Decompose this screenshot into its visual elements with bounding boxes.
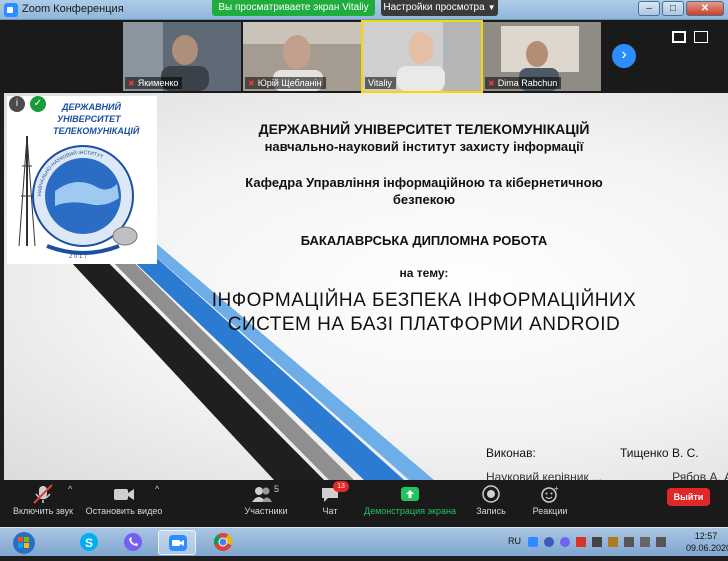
view-settings-button[interactable]: Настройки просмотра ▼: [381, 0, 498, 16]
maximize-button[interactable]: □: [662, 1, 684, 16]
taskbar-skype-icon[interactable]: S: [70, 530, 108, 555]
participants-count: 5: [274, 484, 280, 494]
tray-network-icon[interactable]: [592, 537, 602, 547]
chevron-down-icon: ▼: [487, 3, 496, 12]
participant-name-text: Dima Rabchun: [497, 78, 558, 88]
mic-muted-icon: [32, 484, 54, 504]
mic-muted-icon: ✖: [488, 79, 495, 88]
reactions-button[interactable]: + Реакции: [528, 484, 572, 516]
logo-line-3: ТЕЛЕКОМУНІКАЦІЙ: [53, 125, 140, 136]
shield-icon[interactable]: ✓: [30, 96, 46, 112]
slide-institute: навчально-науковий інститут захисту інфо…: [264, 139, 584, 154]
share-banner: Вы просматриваете экран Vitaliy: [212, 0, 375, 16]
participant-name-text: Юрій Щебланін: [257, 78, 322, 88]
taskbar-chrome-icon[interactable]: [204, 530, 242, 555]
slide-department-line-1: Кафедра Управління інформаційною та кібе…: [245, 175, 603, 190]
participant-tile[interactable]: ✖ Якименко: [123, 22, 241, 91]
svg-text:S: S: [85, 536, 93, 550]
slide-department-line-2: безпекою: [392, 192, 456, 207]
tray-volume-icon[interactable]: [656, 537, 666, 547]
participant-name: ✖ Dima Rabchun: [485, 77, 562, 89]
slide-author-label: Виконав:: [486, 446, 536, 460]
stop-video-label: Остановить видео: [85, 506, 163, 516]
info-icon[interactable]: i: [9, 96, 25, 112]
video-strip: ✖ Якименко ✖ Юрій Щебланін Vitaliy ✖ Dima R…: [0, 20, 728, 93]
participant-tile[interactable]: ✖ Dima Rabchun: [483, 22, 601, 91]
chat-button[interactable]: 13 Чат: [312, 481, 349, 516]
clock-time: 12:57: [694, 531, 718, 541]
minimize-button[interactable]: –: [638, 1, 660, 16]
slide-author-name: Тищенко В. С.: [620, 446, 699, 460]
university-logo: ДЕРЖАВНИЙ УНІВЕРСИТЕТ ТЕЛЕКОМУНІКАЦІЙ 2 …: [7, 96, 157, 264]
participant-tile-active-speaker[interactable]: Vitaliy: [361, 20, 483, 93]
leave-meeting-button[interactable]: Выйти: [667, 488, 710, 506]
title-bar: Zoom Конференция Вы просматриваете экран…: [0, 0, 728, 20]
clock-date: 09.06.2020: [686, 543, 728, 553]
next-participants-button[interactable]: ›: [612, 44, 636, 68]
mic-muted-icon: ✖: [128, 79, 135, 88]
close-window-button[interactable]: ✕: [686, 1, 724, 16]
slide-topic-line-2: СИСТЕМ НА БАЗІ ПЛАТФОРМИ ANDROID: [227, 314, 621, 335]
university-logo-icon: ДЕРЖАВНИЙ УНІВЕРСИТЕТ ТЕЛЕКОМУНІКАЦІЙ 2 …: [7, 96, 157, 264]
participant-name: ✖ Якименко: [125, 77, 183, 89]
window-title: Zoom Конференция: [22, 3, 124, 15]
language-indicator[interactable]: RU: [508, 536, 521, 546]
svg-text:+: +: [554, 484, 559, 493]
record-button[interactable]: Запись: [472, 484, 510, 516]
chat-icon: 13: [319, 481, 349, 504]
reactions-label: Реакции: [532, 506, 568, 516]
participants-icon: 5: [251, 484, 281, 504]
smiley-plus-icon: +: [539, 484, 561, 504]
meeting-toolbar: Включить звук ^ Остановить видео ^ 5 Уча…: [0, 480, 728, 527]
record-label: Запись: [476, 506, 506, 516]
mic-muted-icon: ✖: [248, 79, 255, 88]
logo-year: 2 0 1 7: [69, 254, 88, 260]
taskbar-viber-icon[interactable]: [114, 530, 152, 555]
fullscreen-icon[interactable]: [694, 31, 708, 43]
taskbar-clock[interactable]: 12:57 09.06.2020: [686, 530, 728, 554]
participant-name-text: Якименко: [137, 78, 179, 88]
taskbar-zoom-icon[interactable]: [158, 530, 196, 555]
slide-supervisor-partial: Науковий керівник ... Рябов А. А.: [486, 470, 728, 480]
tray-zoom-icon[interactable]: [528, 537, 538, 547]
share-screen-label: Демонстрация экрана: [364, 506, 456, 516]
logo-line-2: УНІВЕРСИТЕТ: [57, 114, 122, 124]
stop-video-button[interactable]: Остановить видео: [84, 484, 164, 516]
video-options-chevron-icon[interactable]: ^: [155, 484, 159, 494]
chat-badge: 13: [333, 481, 349, 492]
shared-screen-slide: ДЕРЖАВНИЙ УНІВЕРСИТЕТ ТЕЛЕКОМУНІКАЦІЙ 2 …: [4, 93, 728, 480]
participant-name: Vitaliy: [365, 77, 396, 89]
tray-viber-icon[interactable]: [560, 537, 570, 547]
slide-work-type: БАКАЛАВРСЬКА ДИПЛОМНА РОБОТА: [300, 233, 548, 248]
windows-taskbar: S RU 12:57 09.06.2020: [0, 527, 728, 556]
chat-label: Чат: [322, 506, 338, 516]
share-screen-button[interactable]: Демонстрация экрана: [362, 484, 458, 516]
participant-tile[interactable]: ✖ Юрій Щебланін: [243, 22, 361, 91]
unmute-label: Включить звук: [12, 506, 74, 516]
participants-label: Участники: [244, 506, 288, 516]
minimize-video-icon[interactable]: [672, 31, 686, 43]
participant-name-text: Vitaliy: [368, 78, 392, 88]
view-settings-label: Настройки просмотра: [383, 2, 485, 13]
video-camera-icon: [112, 484, 136, 504]
participants-button[interactable]: 5 Участники: [240, 484, 292, 516]
tray-battery-icon[interactable]: [624, 537, 634, 547]
start-button[interactable]: [2, 530, 46, 555]
participant-name: ✖ Юрій Щебланін: [245, 77, 326, 89]
windows-start-icon: [13, 532, 35, 554]
tray-help-icon[interactable]: [544, 537, 554, 547]
tray-signal-icon[interactable]: [640, 537, 650, 547]
slide-topic-line-1: ІНФОРМАЦІЙНА БЕЗПЕКА ІНФОРМАЦІЙНИХ: [211, 290, 637, 311]
slide-on-topic: на тему:: [399, 266, 449, 280]
tray-flag-icon[interactable]: [608, 537, 618, 547]
slide-university: ДЕРЖАВНИЙ УНІВЕРСИТЕТ ТЕЛЕКОМУНІКАЦІЙ: [258, 121, 590, 137]
logo-line-1: ДЕРЖАВНИЙ: [61, 101, 121, 112]
record-icon: [480, 484, 502, 504]
audio-options-chevron-icon[interactable]: ^: [68, 484, 72, 494]
tray-app-icon[interactable]: [576, 537, 586, 547]
share-screen-icon: [399, 484, 421, 504]
zoom-app-icon: [4, 3, 18, 17]
